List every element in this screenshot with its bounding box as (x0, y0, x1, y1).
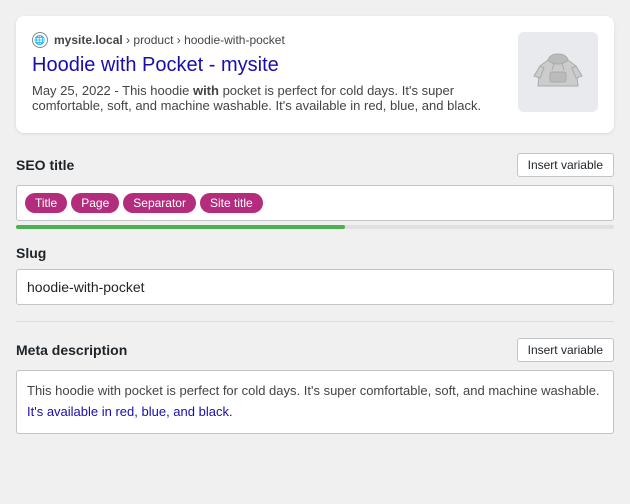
product-image (518, 32, 598, 112)
date-value: May 25, 2022 (32, 83, 111, 98)
slug-value: hoodie-with-pocket (27, 279, 145, 295)
hoodie-icon (530, 44, 586, 100)
search-result-content: 🌐 mysite.local › product › hoodie-with-p… (32, 32, 502, 117)
search-result-title[interactable]: Hoodie with Pocket - mysite (32, 54, 502, 77)
meta-description-insert-variable-button[interactable]: Insert variable (517, 338, 614, 362)
token-title[interactable]: Title (25, 193, 67, 213)
slug-group: Slug hoodie-with-pocket (16, 245, 614, 305)
seo-title-header: SEO title Insert variable (16, 153, 614, 177)
slug-field[interactable]: hoodie-with-pocket (16, 269, 614, 305)
slug-label: Slug (16, 245, 46, 261)
url-breadcrumb: mysite.local › product › hoodie-with-poc… (54, 33, 285, 47)
meta-description-header: Meta description Insert variable (16, 338, 614, 362)
seo-title-group: SEO title Insert variable Title Page Sep… (16, 153, 614, 229)
slug-header: Slug (16, 245, 614, 261)
meta-description-label: Meta description (16, 342, 127, 358)
date-separator: - (114, 83, 122, 98)
section-divider (16, 321, 614, 322)
meta-description-link-text: It's available in red, blue, and black. (27, 404, 233, 419)
seo-title-insert-variable-button[interactable]: Insert variable (517, 153, 614, 177)
seo-title-progress-fill (16, 225, 345, 229)
globe-icon: 🌐 (32, 32, 48, 48)
meta-description-plain-text: This hoodie with pocket is perfect for c… (27, 383, 600, 398)
meta-description-field[interactable]: This hoodie with pocket is perfect for c… (16, 370, 614, 434)
url-path: product › hoodie-with-pocket (133, 33, 284, 47)
search-preview-card: 🌐 mysite.local › product › hoodie-with-p… (16, 16, 614, 133)
seo-title-progress-bar (16, 225, 614, 229)
token-page[interactable]: Page (71, 193, 119, 213)
token-site-title[interactable]: Site title (200, 193, 263, 213)
url-domain: mysite.local (54, 33, 123, 47)
token-separator[interactable]: Separator (123, 193, 196, 213)
seo-title-label: SEO title (16, 157, 74, 173)
seo-title-field[interactable]: Title Page Separator Site title (16, 185, 614, 221)
search-result-url: 🌐 mysite.local › product › hoodie-with-p… (32, 32, 502, 48)
meta-description-group: Meta description Insert variable This ho… (16, 338, 614, 434)
search-result-date: May 25, 2022 - This hoodie with pocket i… (32, 83, 502, 113)
